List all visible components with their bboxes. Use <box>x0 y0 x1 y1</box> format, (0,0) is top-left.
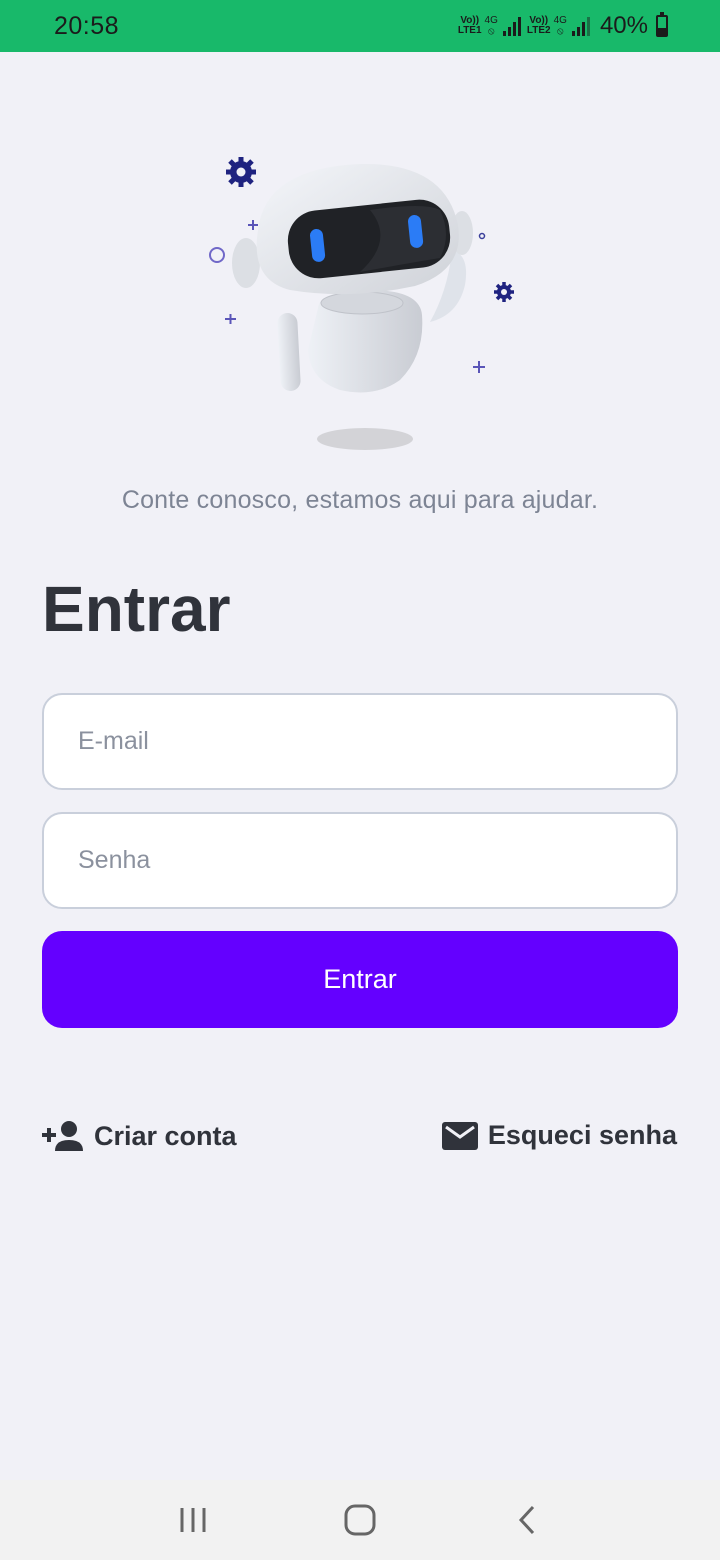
dot-decoration <box>478 232 486 240</box>
sim2-network: Vo)) LTE2 4G ⦸ <box>527 15 590 37</box>
back-icon <box>518 1505 534 1535</box>
forgot-password-link[interactable]: Esqueci senha <box>441 1120 677 1151</box>
sim1-volte-label: Vo)) LTE1 <box>457 15 482 36</box>
status-bar: 20:58 Vo)) LTE1 4G ⦸ Vo)) LTE2 4G ⦸ 40% <box>0 0 720 52</box>
sim2-volte-label: Vo)) LTE2 <box>526 15 551 36</box>
signal-icon <box>502 16 521 36</box>
status-time: 20:58 <box>54 11 120 40</box>
ring-decoration <box>209 247 225 263</box>
gear-icon <box>226 157 256 187</box>
recents-icon <box>180 1508 206 1532</box>
status-icons: Vo)) LTE1 4G ⦸ Vo)) LTE2 4G ⦸ 40% <box>458 12 668 40</box>
battery-icon <box>656 12 668 37</box>
recents-button[interactable] <box>163 1495 223 1545</box>
envelope-icon <box>441 1121 478 1150</box>
back-button[interactable] <box>497 1495 557 1545</box>
password-field[interactable] <box>42 812 678 909</box>
create-account-label: Criar conta <box>94 1120 237 1151</box>
system-nav-bar <box>0 1480 720 1560</box>
sim2-4g-indicator: 4G ⦸ <box>553 15 567 37</box>
sim1-network: Vo)) LTE1 4G ⦸ <box>458 15 521 37</box>
data-off-icon: ⦸ <box>487 26 495 37</box>
page-title: Entrar <box>42 573 231 645</box>
home-icon <box>344 1504 376 1536</box>
person-add-icon <box>42 1121 83 1151</box>
robot-illustration <box>209 157 514 450</box>
tagline: Conte conosco, estamos aqui para ajudar. <box>121 486 599 514</box>
signal-icon <box>571 16 590 36</box>
gear-icon <box>494 282 514 302</box>
home-button[interactable] <box>330 1495 390 1545</box>
data-off-icon: ⦸ <box>557 26 564 37</box>
battery-percent: 40% <box>599 12 648 39</box>
create-account-link[interactable]: Criar conta <box>42 1120 237 1152</box>
email-field[interactable] <box>42 693 678 790</box>
forgot-password-label: Esqueci senha <box>487 1120 677 1150</box>
login-button[interactable]: Entrar <box>42 931 678 1028</box>
sim1-4g-indicator: 4G ⦸ <box>484 15 498 37</box>
